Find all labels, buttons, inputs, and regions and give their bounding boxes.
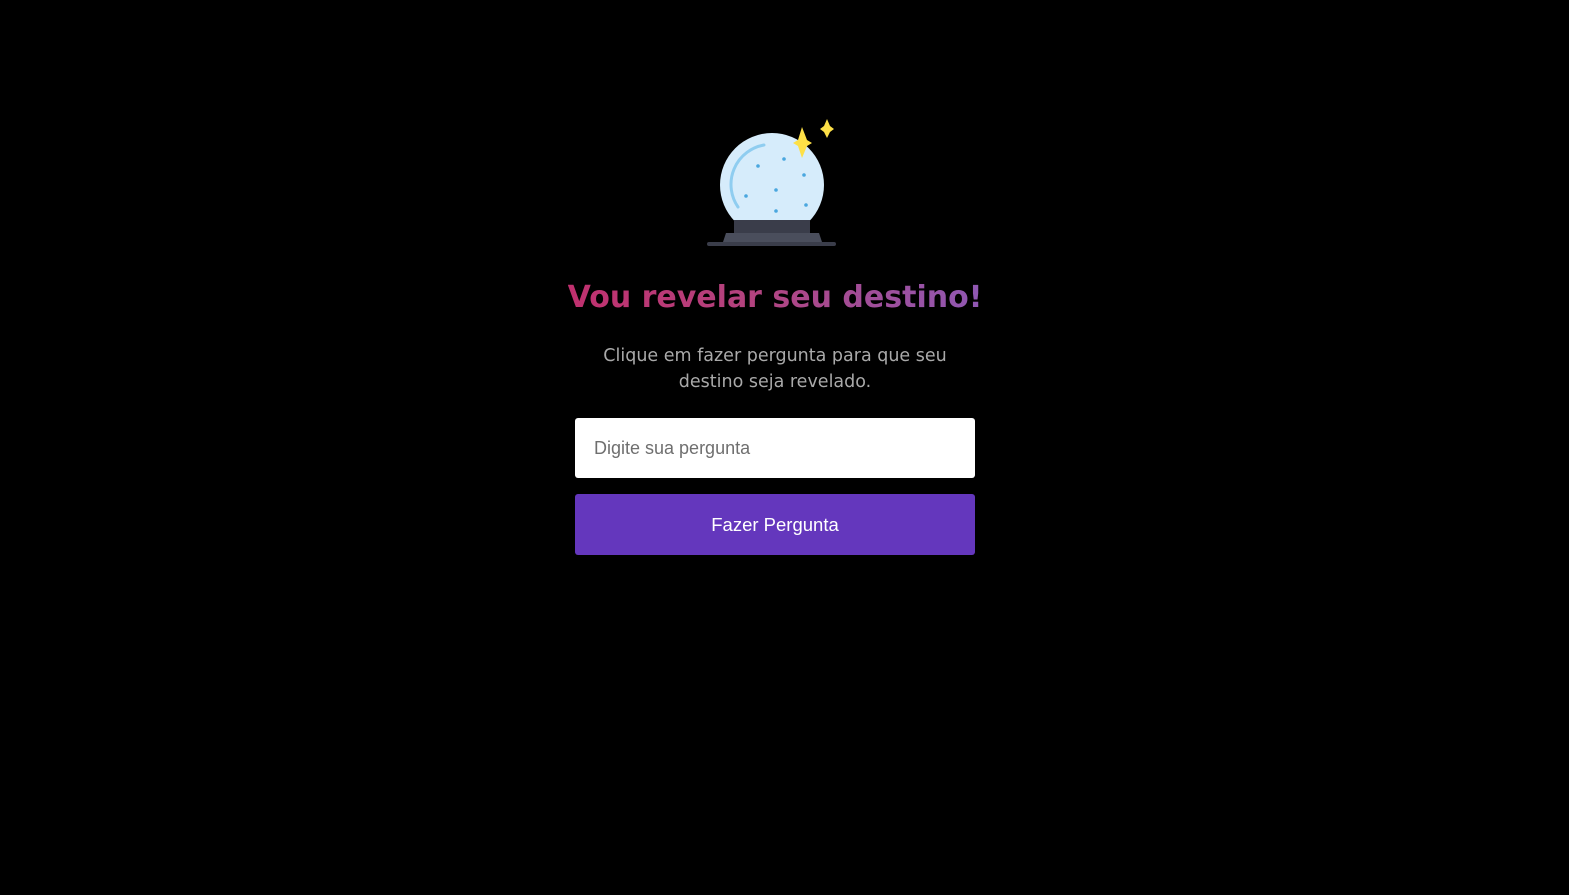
page-description: Clique em fazer pergunta para que seu de… [603,346,947,392]
question-input[interactable] [575,418,975,478]
page-title: Vou revelar seu destino! [567,280,983,315]
fortune-card: Vou revelar seu destino! Clique em fazer… [568,100,982,555]
ask-question-button[interactable]: Fazer Pergunta [575,494,975,555]
crystal-ball-icon [707,108,843,248]
page: Vou revelar seu destino! Clique em fazer… [0,0,1569,895]
